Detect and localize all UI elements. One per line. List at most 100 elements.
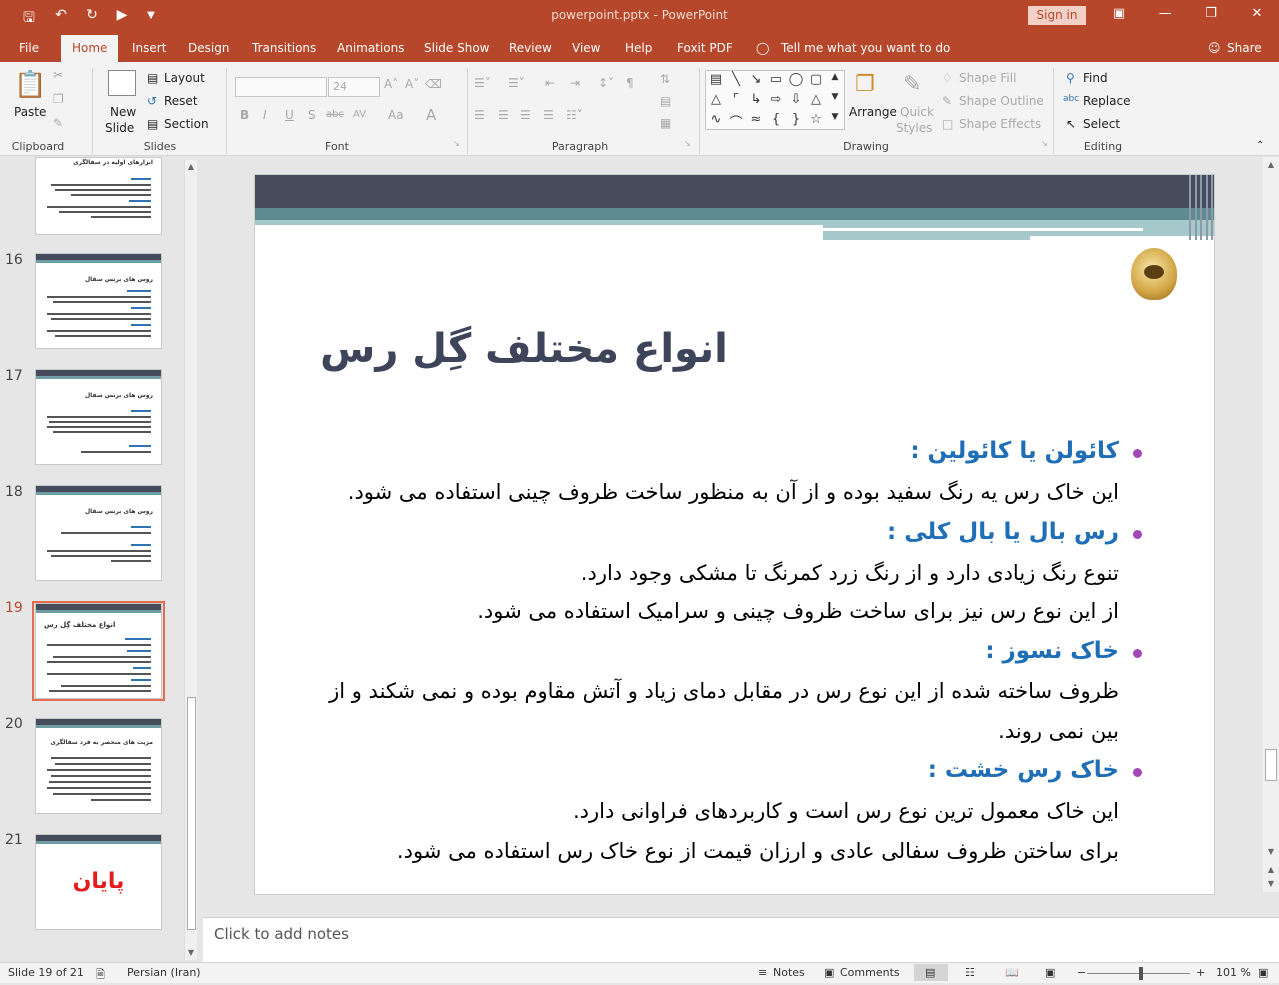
zoom-in-icon[interactable]: + xyxy=(1196,966,1205,979)
decrease-indent-icon[interactable]: ⇤ xyxy=(545,76,555,90)
bullet-heading[interactable]: خاک رس خشت : xyxy=(928,757,1119,783)
previous-slide-icon[interactable]: ▲ xyxy=(1263,865,1279,874)
notes-toggle[interactable]: Notes xyxy=(773,966,805,979)
underline-button[interactable]: U xyxy=(285,108,294,122)
elbow-connector-shape-icon[interactable]: ↳ xyxy=(747,92,765,107)
bullet-heading[interactable]: خاک نسوز : xyxy=(985,638,1119,664)
align-text-icon[interactable]: ▤ xyxy=(660,94,671,108)
paragraph-dialog-launcher-icon[interactable]: ↘ xyxy=(684,139,691,148)
zoom-out-icon[interactable]: − xyxy=(1077,966,1086,979)
smartart-icon[interactable]: ▦ xyxy=(660,116,671,130)
cut-icon[interactable]: ✂ xyxy=(53,68,63,82)
arc-shape-icon[interactable]: ⌒ xyxy=(727,112,745,131)
text-direction-icon[interactable]: ⇅ xyxy=(660,72,670,86)
notes-placeholder[interactable]: Click to add notes xyxy=(214,925,349,943)
columns-icon[interactable]: ☷˅ xyxy=(566,108,583,122)
bullet-heading[interactable]: کائولن یا کائولین : xyxy=(910,438,1119,464)
slide-thumbnail-20[interactable]: مزیت های منحصر به فرد سفالگری xyxy=(35,718,162,814)
layout-button[interactable]: Layout xyxy=(164,71,205,85)
thumbnail-scrollbar[interactable]: ▲ ▼ xyxy=(184,160,197,960)
tab-help[interactable]: Help xyxy=(625,41,652,55)
share-icon[interactable]: ☺ xyxy=(1208,41,1221,55)
format-painter-icon[interactable]: ✎ xyxy=(53,116,63,130)
ribbon-display-icon[interactable]: ▣ xyxy=(1104,6,1134,21)
font-dialog-launcher-icon[interactable]: ↘ xyxy=(453,139,460,148)
tab-home[interactable]: Home xyxy=(61,35,119,63)
slide-thumbnail-21[interactable]: پایان xyxy=(35,834,162,930)
align-right-icon[interactable]: ☰ xyxy=(520,108,531,122)
select-button[interactable]: Select xyxy=(1083,117,1120,131)
increase-font-icon[interactable]: A˄ xyxy=(384,77,398,91)
bullets-icon[interactable]: ☰˅ xyxy=(474,76,491,90)
drawing-dialog-launcher-icon[interactable]: ↘ xyxy=(1041,139,1048,148)
triangle-shape-icon[interactable]: △ xyxy=(707,92,725,107)
tab-review[interactable]: Review xyxy=(509,41,552,55)
slide-scroll-thumb[interactable] xyxy=(1265,749,1277,781)
thumbnail-scroll-thumb[interactable] xyxy=(187,697,196,930)
find-button[interactable]: Find xyxy=(1083,71,1108,85)
shadow-button[interactable]: S xyxy=(308,108,316,122)
copy-icon[interactable]: ❐ xyxy=(53,92,64,106)
normal-view-icon[interactable]: ▤ xyxy=(925,966,935,979)
paste-icon[interactable]: 📋 xyxy=(14,70,46,100)
paste-button[interactable]: Paste xyxy=(14,105,46,119)
slide-thumbnail-16[interactable]: روس های برنس سفال xyxy=(35,253,162,349)
scroll-down-icon[interactable]: ▼ xyxy=(1263,847,1279,856)
change-case-button[interactable]: Aa xyxy=(388,108,404,122)
rounded-rectangle-shape-icon[interactable]: ▢ xyxy=(807,72,825,87)
fit-to-window-icon[interactable]: ▣ xyxy=(1258,966,1268,979)
rectangle-shape-icon[interactable]: ▭ xyxy=(767,72,785,87)
quick-styles-button-2[interactable]: Styles xyxy=(896,121,932,135)
quick-styles-icon[interactable]: ✎ xyxy=(903,72,921,97)
right-arrow-shape-icon[interactable]: ⇨ xyxy=(767,92,785,107)
tab-transitions[interactable]: Transitions xyxy=(252,41,316,55)
scroll-down-icon[interactable]: ▼ xyxy=(185,948,197,957)
tab-slide-show[interactable]: Slide Show xyxy=(424,41,489,55)
line-shape-icon[interactable]: ╲ xyxy=(727,72,745,87)
bullet-text[interactable]: این خاک معمول ترین نوع رس است و کاربردها… xyxy=(573,799,1119,823)
shape-effects-button[interactable]: Shape Effects xyxy=(959,117,1041,131)
tab-foxit-pdf[interactable]: Foxit PDF xyxy=(677,41,733,55)
freeform-shape-icon[interactable]: △ xyxy=(807,92,825,107)
bold-button[interactable]: B xyxy=(240,108,249,122)
arrow-line-shape-icon[interactable]: ↘ xyxy=(747,72,765,87)
sign-in-button[interactable]: Sign in xyxy=(1028,6,1086,25)
next-slide-icon[interactable]: ▼ xyxy=(1263,879,1279,888)
tab-file[interactable]: File xyxy=(19,41,39,55)
close-icon[interactable]: ✕ xyxy=(1242,6,1272,21)
shapes-more-icon[interactable]: ▼ xyxy=(826,112,844,122)
tab-animations[interactable]: Animations xyxy=(337,41,404,55)
arrange-button[interactable]: Arrange xyxy=(849,105,897,119)
align-center-icon[interactable]: ☰ xyxy=(498,108,509,122)
minimize-icon[interactable]: — xyxy=(1150,6,1180,21)
bullet-heading[interactable]: رس بال یا بال کلی : xyxy=(887,519,1119,545)
bullet-text[interactable]: ظروف ساخته شده از این نوع رس در مقابل دم… xyxy=(329,679,1119,703)
slide-thumbnail-15[interactable]: ابزارهای اولیه در سفالگری xyxy=(35,157,162,235)
slide-sorter-icon[interactable]: ☷ xyxy=(965,966,975,979)
italic-button[interactable]: I xyxy=(263,108,267,122)
scroll-up-icon[interactable]: ▲ xyxy=(1263,160,1279,169)
oval-shape-icon[interactable]: ◯ xyxy=(787,72,805,87)
shapes-scroll-up-icon[interactable]: ▲ xyxy=(826,72,844,82)
down-arrow-shape-icon[interactable]: ⇩ xyxy=(787,92,805,107)
star-shape-icon[interactable]: ☆ xyxy=(807,112,825,127)
connector-shape-icon[interactable]: ⌜ xyxy=(727,92,745,107)
arrange-icon[interactable]: ❐ xyxy=(855,72,875,97)
font-color-button[interactable]: A xyxy=(426,106,436,124)
quick-styles-button[interactable]: Quick xyxy=(900,105,934,119)
bullet-text[interactable]: از این نوع رس نیز برای ساخت ظروف چینی و … xyxy=(477,599,1119,623)
line-spacing-icon[interactable]: ↕˅ xyxy=(598,76,614,90)
slide-thumbnail-18[interactable]: روس های برنس سفال xyxy=(35,485,162,581)
language-indicator[interactable]: Persian (Iran) xyxy=(127,966,201,979)
rtl-icon[interactable]: ¶ xyxy=(626,76,634,90)
bullet-text[interactable]: تنوع رنگ زیادی دارد و از رنگ زرد کمرنگ ت… xyxy=(581,561,1119,585)
justify-icon[interactable]: ☰ xyxy=(543,108,554,122)
spell-check-icon[interactable]: 🗎 xyxy=(96,966,105,985)
zoom-level[interactable]: 101 % xyxy=(1216,966,1251,979)
zoom-slider-thumb[interactable] xyxy=(1139,967,1143,980)
character-spacing-button[interactable]: AV xyxy=(353,109,366,120)
align-left-icon[interactable]: ☰ xyxy=(474,108,485,122)
share-button[interactable]: Share xyxy=(1227,41,1262,55)
scroll-up-icon[interactable]: ▲ xyxy=(185,162,197,171)
tab-insert[interactable]: Insert xyxy=(132,41,166,55)
